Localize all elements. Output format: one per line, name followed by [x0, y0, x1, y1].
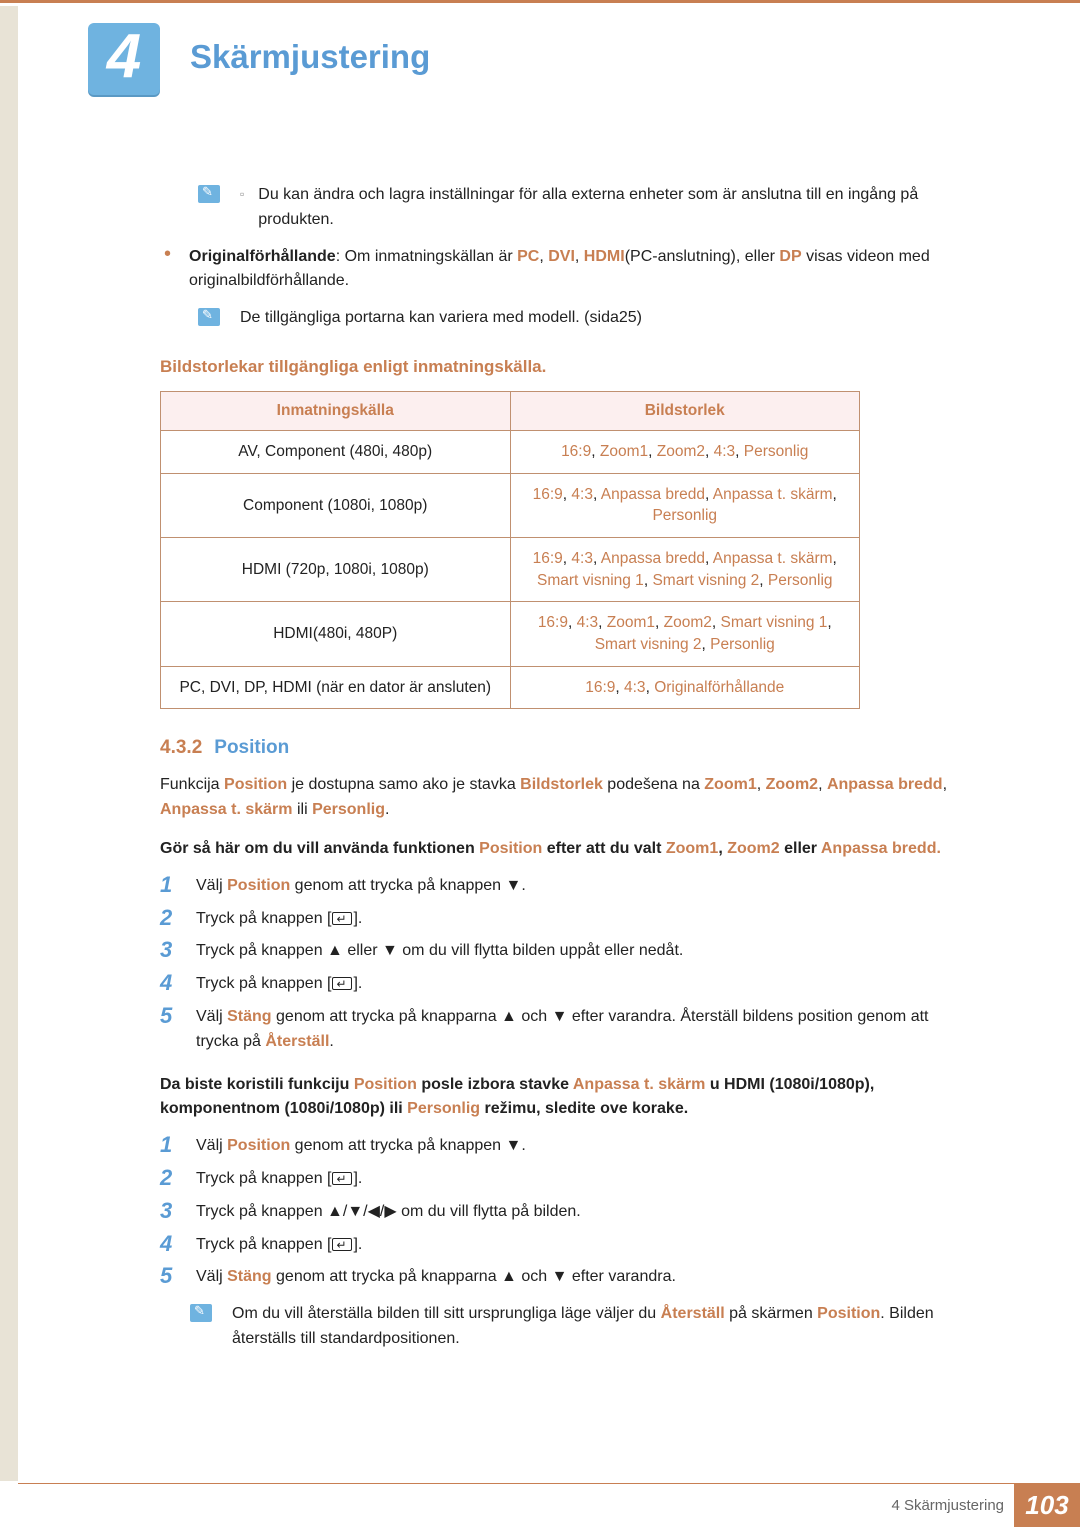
footer-label: 4 Skärmjustering	[891, 1497, 1004, 1514]
chapter-header: 4 Skärmjustering	[0, 3, 1080, 113]
top-note-text: Du kan ändra och lagra inställningar för…	[258, 183, 970, 233]
bullet-original-text: Originalförhållande: Om inmatningskällan…	[189, 245, 970, 295]
instruction-1: Gör så här om du vill använda funktionen…	[160, 837, 970, 862]
bullet-original: • Originalförhållande: Om inmatningskäll…	[160, 245, 970, 295]
page-frame: 4 Skärmjustering ▫ Du kan ändra och lagr…	[0, 0, 1080, 1527]
list-item: Välj Stäng genom att trycka på knapparna…	[160, 1001, 970, 1059]
th-size: Bildstorlek	[510, 391, 860, 430]
list-item: Välj Position genom att trycka på knappe…	[160, 870, 970, 903]
instruction-2: Da biste koristili funkciju Position pos…	[160, 1073, 970, 1123]
list-item: Välj Stäng genom att trycka på knapparna…	[160, 1261, 970, 1294]
cell-sizes: 16:9, 4:3, Anpassa bredd, Anpassa t. skä…	[510, 538, 860, 602]
list-item: Tryck på knappen [].	[160, 903, 970, 936]
enter-icon	[332, 1172, 352, 1185]
cell-sizes: 16:9, 4:3, Originalförhållande	[510, 666, 860, 709]
bottom-note-text: Om du vill återställa bilden till sitt u…	[232, 1302, 970, 1352]
bullet-dot-icon: •	[164, 245, 171, 263]
list-item: Tryck på knappen ▲/▼/◀/▶ om du vill flyt…	[160, 1196, 970, 1229]
tok-original: Originalförhållande	[189, 248, 336, 265]
steps-list-2: Välj Position genom att trycka på knappe…	[160, 1130, 970, 1294]
table-row: PC, DVI, DP, HDMI (när en dator är anslu…	[161, 666, 860, 709]
heading-title: Position	[214, 737, 289, 758]
note-icon	[198, 185, 220, 203]
note-icon	[190, 1304, 212, 1322]
sub-note-ports: De tillgängliga portarna kan variera med…	[160, 306, 970, 331]
chapter-number: 4	[88, 23, 160, 91]
list-item: Välj Position genom att trycka på knappe…	[160, 1130, 970, 1163]
tok-dp: DP	[779, 248, 801, 265]
list-item: Tryck på knappen [].	[160, 1163, 970, 1196]
sizes-table: Inmatningskälla Bildstorlek AV, Componen…	[160, 391, 860, 710]
enter-icon	[332, 912, 352, 925]
side-accent-bar	[0, 6, 18, 1481]
chapter-title: Skärmjustering	[190, 38, 430, 76]
steps-list-1: Välj Position genom att trycka på knappe…	[160, 870, 970, 1059]
cell-sizes: 16:9, 4:3, Zoom1, Zoom2, Smart visning 1…	[510, 602, 860, 666]
chapter-badge: 4	[88, 23, 160, 95]
heading-432: 4.3.2 Position	[160, 737, 970, 759]
tok-dvi: DVI	[548, 248, 575, 265]
page-content: ▫ Du kan ändra och lagra inställningar f…	[160, 183, 970, 1364]
list-item: Tryck på knappen [].	[160, 1229, 970, 1262]
note-icon	[198, 308, 220, 326]
page-number: 103	[1014, 1484, 1080, 1527]
page-footer: 4 Skärmjustering 103	[18, 1483, 1080, 1527]
enter-icon	[332, 977, 352, 990]
tok-pc: PC	[517, 248, 539, 265]
bullet-icon: ▫	[240, 187, 244, 201]
bottom-note: Om du vill återställa bilden till sitt u…	[160, 1302, 970, 1352]
list-item: Tryck på knappen ▲ eller ▼ om du vill fl…	[160, 935, 970, 968]
cell-sizes: 16:9, Zoom1, Zoom2, 4:3, Personlig	[510, 430, 860, 473]
heading-num: 4.3.2	[160, 737, 202, 758]
table-row: AV, Component (480i, 480p) 16:9, Zoom1, …	[161, 430, 860, 473]
para-funkcija: Funkcija Position je dostupna samo ako j…	[160, 773, 970, 823]
sub-note-text: De tillgängliga portarna kan variera med…	[240, 306, 970, 331]
table-row: HDMI(480i, 480P) 16:9, 4:3, Zoom1, Zoom2…	[161, 602, 860, 666]
table-row: Component (1080i, 1080p) 16:9, 4:3, Anpa…	[161, 473, 860, 537]
top-note: ▫ Du kan ändra och lagra inställningar f…	[160, 183, 970, 233]
tok-hdmi: HDMI	[584, 248, 625, 265]
th-source: Inmatningskälla	[161, 391, 511, 430]
list-item: Tryck på knappen [].	[160, 968, 970, 1001]
cell-sizes: 16:9, 4:3, Anpassa bredd, Anpassa t. skä…	[510, 473, 860, 537]
enter-icon	[332, 1238, 352, 1251]
table-row: HDMI (720p, 1080i, 1080p) 16:9, 4:3, Anp…	[161, 538, 860, 602]
table-heading: Bildstorlekar tillgängliga enligt inmatn…	[160, 357, 970, 377]
